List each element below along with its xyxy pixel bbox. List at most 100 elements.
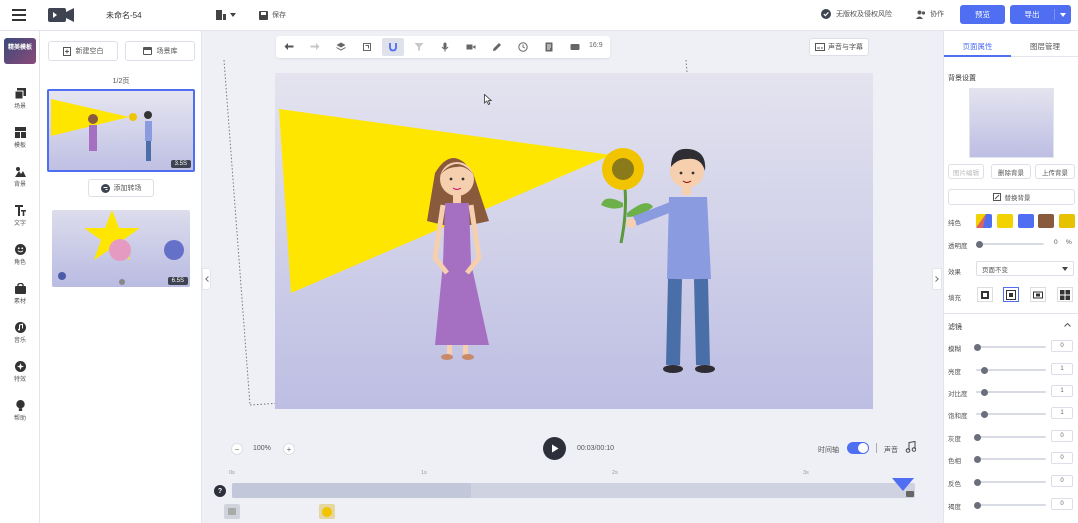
nav-item-background[interactable]: 背景	[0, 158, 40, 196]
layer-order-button[interactable]	[330, 38, 352, 56]
nav-item-help[interactable]: 帮助	[0, 392, 40, 430]
filter-value[interactable]: 1	[1051, 363, 1073, 375]
upload-background-button[interactable]: 上传背景	[1035, 164, 1075, 179]
collapse-left-handle[interactable]	[202, 268, 211, 290]
filter-value[interactable]: 0	[1051, 430, 1073, 442]
filter-value[interactable]: 0	[1051, 452, 1073, 464]
delete-background-button[interactable]: 删除背景	[991, 164, 1031, 179]
undo-button[interactable]	[278, 38, 300, 56]
effect-select[interactable]: 页面不变	[976, 261, 1074, 276]
filter-value[interactable]: 0	[1051, 475, 1073, 487]
image-edit-button[interactable]: 图片编辑	[948, 164, 984, 179]
filter-slider[interactable]	[974, 343, 1046, 351]
preview-button[interactable]: 预览	[960, 5, 1005, 24]
tab-layer-management[interactable]: 图层管理	[1011, 41, 1078, 52]
aspect-ratio-label[interactable]: 16:9	[589, 42, 603, 49]
canvas[interactable]	[275, 73, 873, 409]
chevron-down-icon[interactable]	[1055, 12, 1071, 17]
filter-slider[interactable]	[974, 478, 1046, 486]
color-swatch[interactable]	[1018, 214, 1034, 228]
nav-item-character[interactable]: 角色	[0, 236, 40, 274]
layout-dropdown[interactable]	[216, 8, 242, 22]
replace-background-button[interactable]: 替换背景	[948, 189, 1075, 205]
scene-gallery-button[interactable]: 场景库	[125, 41, 195, 61]
replace-background-label: 替换背景	[1004, 195, 1031, 202]
filter-slider[interactable]	[974, 433, 1046, 441]
nav-item-material[interactable]: 素材	[0, 275, 40, 313]
fill-mode-button-1[interactable]	[977, 287, 993, 302]
fill-mode-button-3[interactable]	[1030, 287, 1046, 302]
add-transition-button[interactable]: 添加转场	[88, 179, 154, 197]
chevron-up-icon[interactable]	[1062, 321, 1072, 329]
copyright-notice[interactable]: 无版权及侵权风险	[821, 9, 892, 19]
zoom-in-button[interactable]: +	[283, 443, 295, 455]
export-button[interactable]: 导出	[1010, 5, 1071, 24]
timer-button[interactable]	[512, 38, 534, 56]
filter-slider[interactable]	[976, 366, 1046, 374]
aspect-ratio-button[interactable]	[564, 38, 586, 56]
filter-slider[interactable]	[974, 455, 1046, 463]
track-clip-thumb[interactable]	[319, 504, 335, 519]
filter-slider[interactable]	[974, 501, 1046, 509]
slider-knob[interactable]	[981, 410, 988, 418]
music-note-icon[interactable]	[904, 441, 916, 453]
slider-knob[interactable]	[974, 433, 981, 441]
fill-mode-button-2[interactable]	[1003, 287, 1019, 302]
play-button[interactable]	[543, 437, 566, 460]
notes-button[interactable]	[538, 38, 560, 56]
filter-value[interactable]: 1	[1051, 385, 1073, 397]
help-button[interactable]: ?	[214, 485, 226, 497]
timeline-toggle[interactable]	[847, 442, 869, 454]
sunflower[interactable]	[601, 148, 653, 244]
color-swatch[interactable]	[1059, 214, 1075, 228]
filter-value[interactable]: 1	[1051, 407, 1073, 419]
scene-thumbnail-2[interactable]: 6.5S	[52, 210, 190, 287]
collaborate-button[interactable]: 协作	[916, 9, 944, 19]
save-button[interactable]: 保存	[259, 8, 286, 22]
redo-button[interactable]	[304, 38, 326, 56]
color-swatch[interactable]	[1038, 214, 1054, 228]
nav-item-scene[interactable]: 场景	[0, 80, 40, 118]
record-video-button[interactable]	[460, 38, 482, 56]
slider-knob[interactable]	[974, 478, 981, 486]
slider-knob[interactable]	[976, 240, 983, 248]
filter-button[interactable]	[408, 38, 430, 56]
filter-value[interactable]: 0	[1051, 340, 1073, 352]
slider-knob[interactable]	[981, 366, 988, 374]
magnet-button[interactable]	[382, 38, 404, 56]
slider-knob[interactable]	[974, 455, 981, 463]
scene-thumbnail-1[interactable]: 3.5S	[47, 89, 195, 172]
nav-item-template[interactable]: 模板	[0, 119, 40, 157]
boy-character[interactable]	[626, 148, 715, 373]
timeline-track[interactable]	[232, 483, 915, 498]
new-blank-button[interactable]: 新建空白	[48, 41, 118, 61]
background-preview[interactable]	[969, 88, 1054, 158]
voice-subtitle-button[interactable]: 声音与字幕	[809, 38, 869, 56]
color-palette-button[interactable]	[976, 214, 992, 228]
nav-item-effects[interactable]: 特效	[0, 353, 40, 391]
opacity-value[interactable]: 0	[1054, 239, 1058, 246]
template-thumbnail[interactable]: 精美模板	[4, 38, 36, 64]
tab-page-properties[interactable]: 页面属性	[944, 41, 1011, 52]
zoom-out-button[interactable]: −	[231, 443, 243, 455]
save-label: 保存	[272, 12, 286, 19]
color-swatch[interactable]	[997, 214, 1013, 228]
nav-item-text[interactable]: 文字	[0, 197, 40, 235]
pen-button[interactable]	[486, 38, 508, 56]
record-voice-button[interactable]	[434, 38, 456, 56]
opacity-slider[interactable]	[976, 240, 1044, 248]
menu-icon[interactable]	[12, 9, 26, 21]
slider-knob[interactable]	[981, 388, 988, 396]
fill-mode-button-4[interactable]	[1057, 287, 1073, 302]
filter-value[interactable]: 0	[1051, 498, 1073, 510]
filter-slider[interactable]	[976, 410, 1046, 418]
nav-item-music[interactable]: 音乐	[0, 314, 40, 352]
collapse-right-handle[interactable]	[932, 268, 942, 290]
slider-knob[interactable]	[974, 501, 981, 509]
slider-knob[interactable]	[974, 343, 981, 351]
document-title[interactable]: 未命名-54	[106, 10, 142, 21]
filter-label: 反色	[948, 481, 961, 488]
crop-button[interactable]	[356, 38, 378, 56]
filter-slider[interactable]	[976, 388, 1046, 396]
track-clip-thumb[interactable]	[224, 504, 240, 519]
